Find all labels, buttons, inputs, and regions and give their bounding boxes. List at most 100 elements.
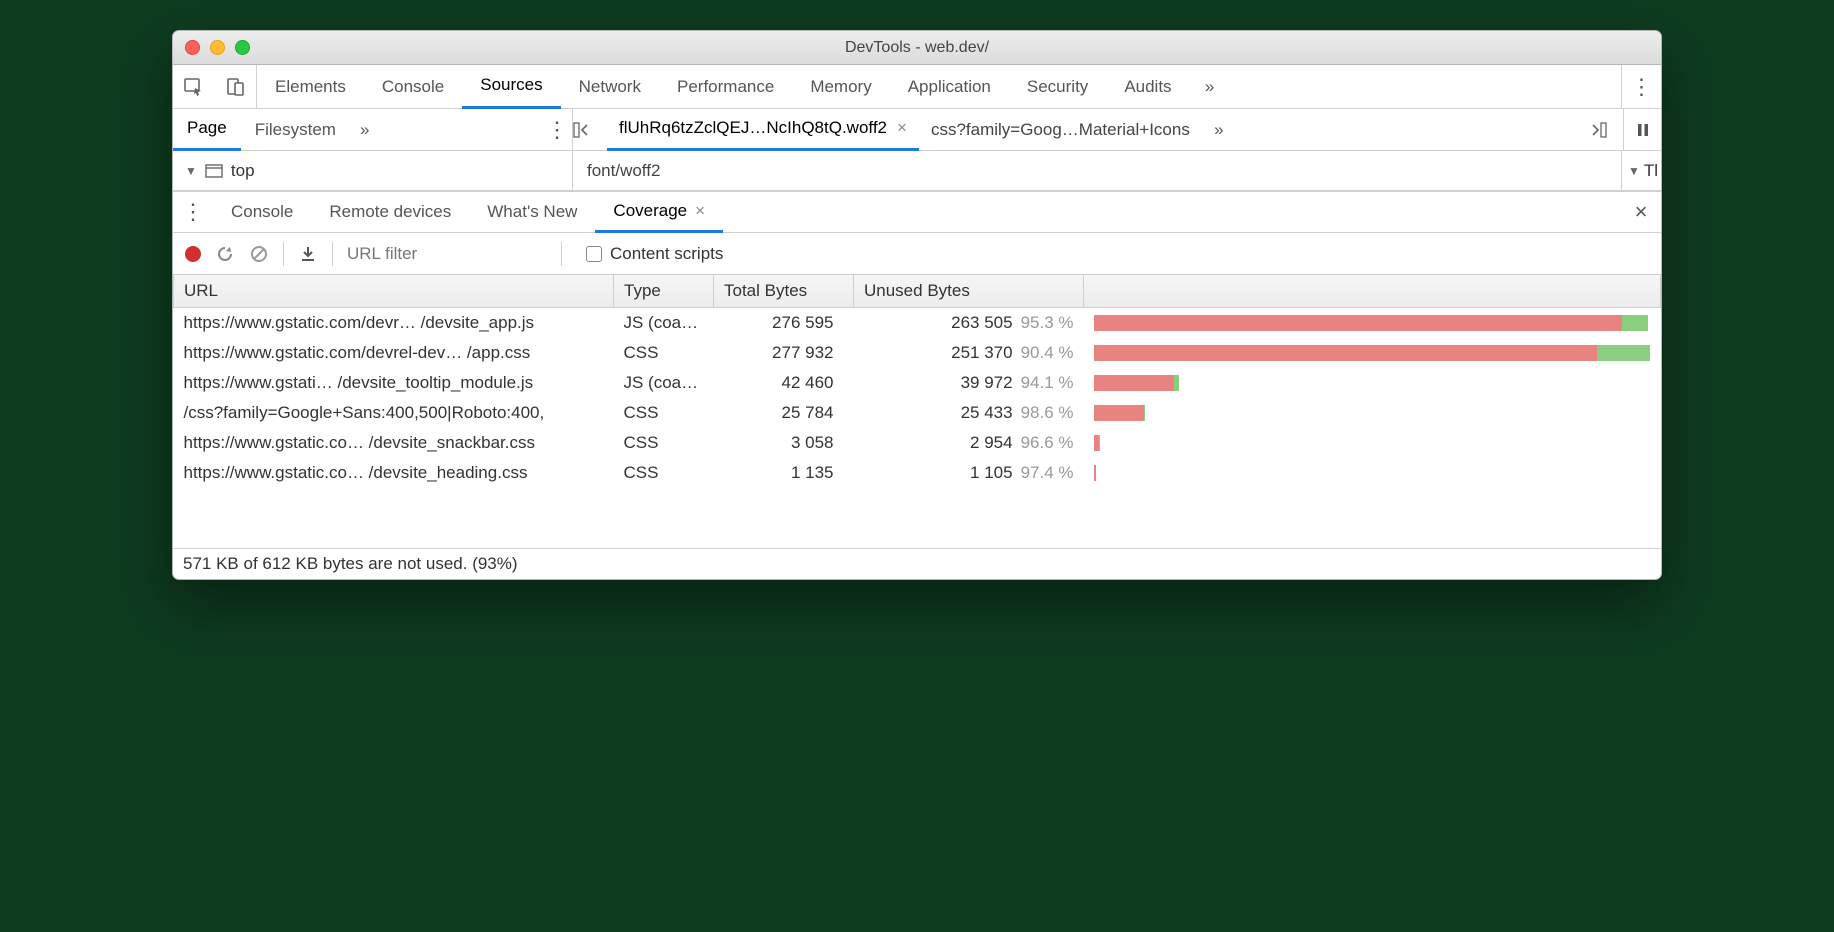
right-gutter-label: Tl: [1644, 161, 1658, 181]
col-bar-header[interactable]: [1084, 275, 1661, 308]
status-bar: 571 KB of 612 KB bytes are not used. (93…: [173, 548, 1661, 579]
table-row[interactable]: https://www.gstatic.co… /devsite_snackba…: [174, 428, 1661, 458]
drawer-tab-coverage[interactable]: Coverage ×: [595, 191, 723, 233]
table-row[interactable]: https://www.gstatic.co… /devsite_heading…: [174, 458, 1661, 488]
pause-script-icon[interactable]: [1623, 109, 1661, 151]
left-pane-tabs: PageFilesystem » ⋮: [173, 109, 573, 150]
main-tab-security[interactable]: Security: [1009, 65, 1106, 109]
drawer-tab-label: Remote devices: [329, 202, 451, 222]
window-title: DevTools - web.dev/: [173, 39, 1661, 57]
close-icon[interactable]: ×: [897, 118, 907, 138]
content-scripts-checkbox[interactable]: Content scripts: [586, 244, 723, 264]
coverage-toolbar: URL filter Content scripts: [173, 233, 1661, 275]
leftpane-tab-filesystem[interactable]: Filesystem: [241, 109, 350, 151]
clear-icon[interactable]: [249, 244, 269, 264]
table-row[interactable]: /css?family=Google+Sans:400,500|Roboto:4…: [174, 398, 1661, 428]
main-tab-performance[interactable]: Performance: [659, 65, 792, 109]
drawer-tab-remote-devices[interactable]: Remote devices: [311, 191, 469, 233]
col-type-header[interactable]: Type: [614, 275, 714, 308]
cell-type: CSS: [614, 338, 714, 368]
table-row[interactable]: https://www.gstatic.com/devrel-dev… /app…: [174, 338, 1661, 368]
checkbox-icon: [586, 246, 602, 262]
cell-total-bytes: 277 932: [714, 338, 854, 368]
cell-unused-bytes: 263 50595.3 %: [854, 308, 1084, 339]
cell-usage-bar: [1084, 368, 1661, 398]
collapse-triangle-icon: ▼: [185, 164, 197, 178]
table-row[interactable]: https://www.gstatic.com/devr… /devsite_a…: [174, 308, 1661, 339]
main-tab-console[interactable]: Console: [364, 65, 462, 109]
main-tab-elements[interactable]: Elements: [257, 65, 364, 109]
right-gutter: ▼ Tl: [1621, 151, 1661, 190]
main-tab-memory[interactable]: Memory: [792, 65, 889, 109]
settings-menu-icon[interactable]: ⋮: [1621, 65, 1661, 109]
file-tab-label: flUhRq6tzZclQEJ…NcIhQ8tQ.woff2: [619, 118, 887, 138]
cell-type: CSS: [614, 458, 714, 488]
cell-usage-bar: [1084, 338, 1661, 368]
fullscreen-window-button[interactable]: [235, 40, 250, 55]
drawer-tab-label: What's New: [487, 202, 577, 222]
col-unused-header[interactable]: Unused Bytes: [854, 275, 1084, 308]
leftpane-tab-page[interactable]: Page: [173, 109, 241, 151]
page-tree-root[interactable]: ▼ top: [173, 151, 573, 190]
cell-usage-bar: [1084, 308, 1661, 339]
close-icon[interactable]: ×: [695, 201, 705, 221]
main-tab-audits[interactable]: Audits: [1106, 65, 1189, 109]
toggle-device-toolbar-icon[interactable]: [215, 65, 257, 109]
cell-url: https://www.gstatic.co… /devsite_heading…: [174, 458, 614, 488]
table-row[interactable]: https://www.gstati… /devsite_tooltip_mod…: [174, 368, 1661, 398]
window-frame-icon: [205, 164, 223, 178]
row-nav-files: PageFilesystem » ⋮ flUhRq6tzZclQEJ…NcIhQ…: [173, 109, 1661, 151]
main-tab-network[interactable]: Network: [561, 65, 659, 109]
close-window-button[interactable]: [185, 40, 200, 55]
col-total-header[interactable]: Total Bytes: [714, 275, 854, 308]
coverage-table: URL Type Total Bytes Unused Bytes https:…: [173, 275, 1661, 488]
record-button[interactable]: [185, 246, 201, 262]
drawer-tab-what-s-new[interactable]: What's New: [469, 191, 595, 233]
cell-unused-bytes: 1 10597.4 %: [854, 458, 1084, 488]
left-pane-overflow-icon[interactable]: »: [350, 120, 379, 140]
cell-type: JS (coa…: [614, 308, 714, 339]
cell-url: https://www.gstatic.com/devrel-dev… /app…: [174, 338, 614, 368]
cell-total-bytes: 25 784: [714, 398, 854, 428]
drawer-tab-console[interactable]: Console: [213, 191, 311, 233]
cell-unused-bytes: 25 43398.6 %: [854, 398, 1084, 428]
status-text: 571 KB of 612 KB bytes are not used. (93…: [183, 554, 518, 573]
file-tab[interactable]: css?family=Goog…Material+Icons: [919, 109, 1202, 151]
minimize-window-button[interactable]: [210, 40, 225, 55]
toolbar-divider: [561, 242, 562, 266]
cell-usage-bar: [1084, 428, 1661, 458]
inspect-element-icon[interactable]: [173, 65, 215, 109]
cell-url: https://www.gstati… /devsite_tooltip_mod…: [174, 368, 614, 398]
cell-usage-bar: [1084, 458, 1661, 488]
cell-url: /css?family=Google+Sans:400,500|Roboto:4…: [174, 398, 614, 428]
drawer-tabs-menu-icon[interactable]: ⋮: [173, 199, 213, 225]
main-tab-sources[interactable]: Sources: [462, 65, 560, 109]
table-header-row: URL Type Total Bytes Unused Bytes: [174, 275, 1661, 308]
cell-total-bytes: 1 135: [714, 458, 854, 488]
toolbar-divider: [283, 242, 284, 266]
table-empty-space: [173, 488, 1661, 548]
file-tabs-next-icon[interactable]: [1589, 122, 1623, 138]
drawer-tab-label: Coverage: [613, 201, 687, 221]
tree-root-label: top: [231, 161, 255, 181]
collapse-triangle-icon[interactable]: ▼: [1628, 164, 1640, 178]
cell-total-bytes: 3 058: [714, 428, 854, 458]
reload-icon[interactable]: [215, 244, 235, 264]
toolbar-divider: [332, 242, 333, 266]
col-url-header[interactable]: URL: [174, 275, 614, 308]
devtools-window: DevTools - web.dev/ ElementsConsoleSourc…: [172, 30, 1662, 580]
left-pane-menu-icon[interactable]: ⋮: [542, 117, 572, 143]
cell-unused-bytes: 39 97294.1 %: [854, 368, 1084, 398]
drawer-close-icon[interactable]: ×: [1621, 199, 1661, 225]
drawer-tabs: ⋮ Console Remote devices What's New Coverag…: [173, 191, 1661, 233]
cell-url: https://www.gstatic.com/devr… /devsite_a…: [174, 308, 614, 339]
file-tabs-prev-icon[interactable]: [573, 122, 607, 138]
file-tab-label: css?family=Goog…Material+Icons: [931, 120, 1190, 140]
main-tab-application[interactable]: Application: [890, 65, 1009, 109]
cell-usage-bar: [1084, 398, 1661, 428]
main-tabs-overflow-icon[interactable]: »: [1190, 77, 1230, 97]
url-filter-input[interactable]: URL filter: [347, 244, 547, 264]
export-icon[interactable]: [298, 244, 318, 264]
file-tabs-overflow-icon[interactable]: »: [1202, 120, 1236, 140]
file-tab[interactable]: flUhRq6tzZclQEJ…NcIhQ8tQ.woff2 ×: [607, 109, 919, 151]
